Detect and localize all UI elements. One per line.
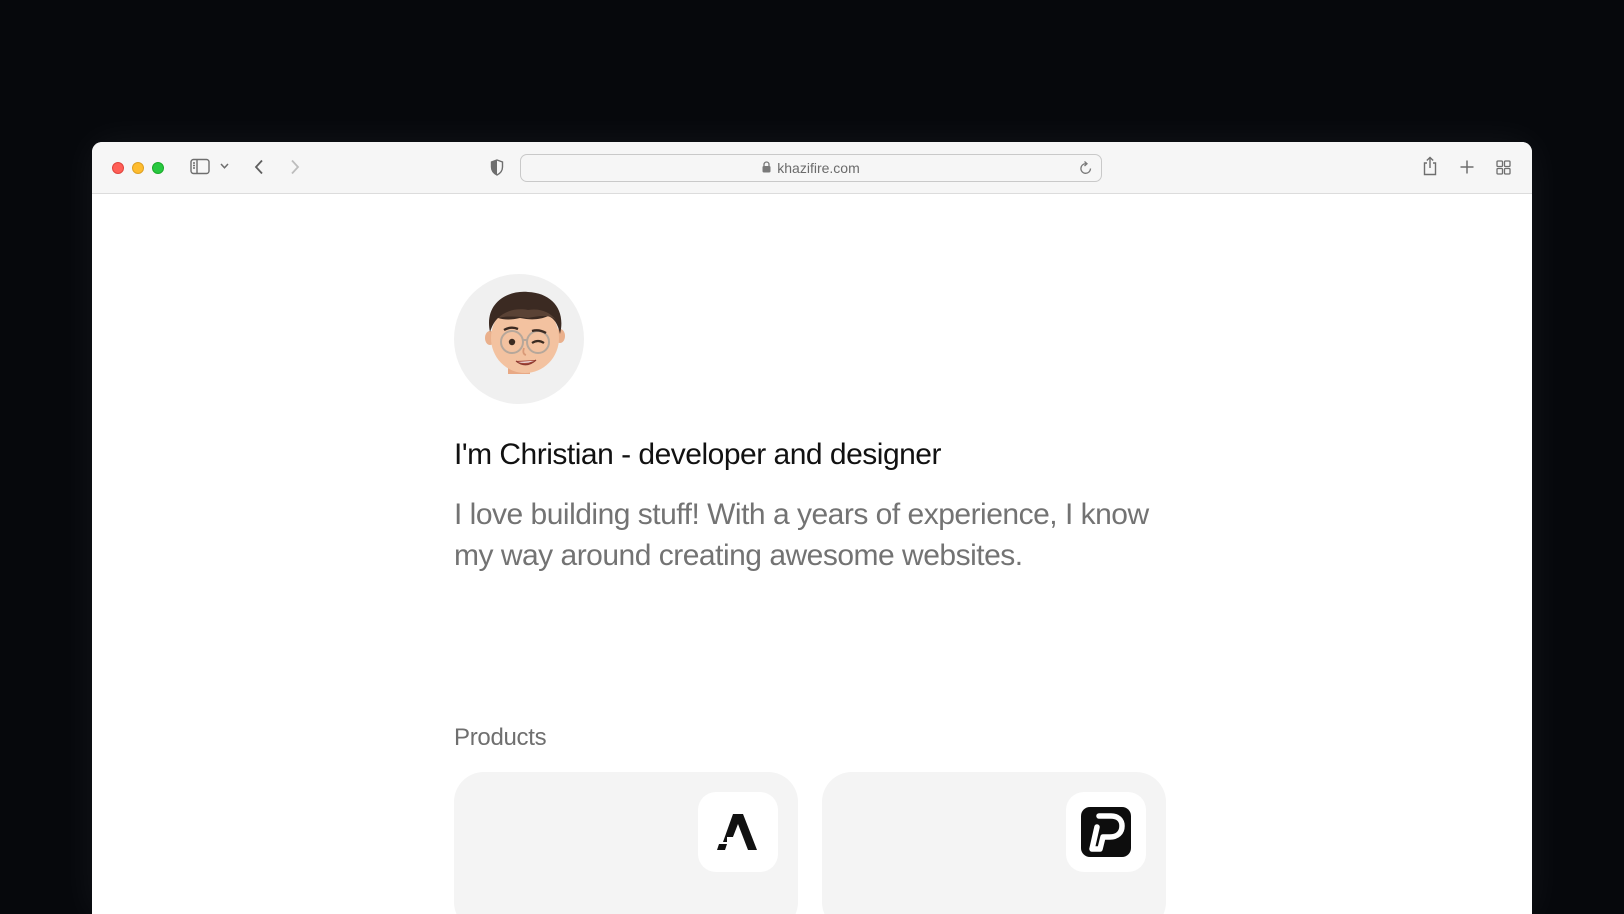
back-icon[interactable]	[254, 159, 264, 175]
memoji-avatar-icon	[485, 291, 565, 374]
avatar	[454, 274, 584, 404]
sidebar-toggle-icon[interactable]	[190, 158, 210, 175]
product-app-icon	[1066, 792, 1146, 872]
product-card[interactable]	[822, 772, 1166, 914]
desktop-background: khazifire.com I'm Christian - developer …	[0, 0, 1624, 914]
reload-icon[interactable]	[1079, 160, 1093, 181]
p-logo-icon	[1081, 807, 1131, 857]
products-heading: Products	[454, 724, 547, 751]
page-title: I'm Christian - developer and designer	[454, 438, 942, 471]
zoom-window-button[interactable]	[152, 162, 164, 174]
lock-icon	[762, 160, 771, 176]
product-app-icon	[698, 792, 778, 872]
new-tab-icon[interactable]	[1460, 160, 1474, 174]
intro-text: I love building stuff! With a years of e…	[454, 498, 1149, 572]
chevron-down-icon[interactable]	[220, 163, 229, 169]
product-card[interactable]	[454, 772, 798, 914]
privacy-shield-icon[interactable]	[490, 159, 504, 176]
address-bar[interactable]: khazifire.com	[520, 154, 1102, 182]
url-text: khazifire.com	[777, 160, 860, 176]
tab-overview-icon[interactable]	[1496, 160, 1511, 175]
minimize-window-button[interactable]	[132, 162, 144, 174]
browser-toolbar: khazifire.com	[92, 142, 1532, 194]
forward-icon[interactable]	[290, 159, 300, 175]
close-window-button[interactable]	[112, 162, 124, 174]
page-content: I'm Christian - developer and designer I…	[92, 194, 1532, 914]
share-icon[interactable]	[1422, 156, 1438, 176]
a-logo-icon	[717, 814, 757, 850]
browser-window: khazifire.com I'm Christian - developer …	[92, 142, 1532, 914]
